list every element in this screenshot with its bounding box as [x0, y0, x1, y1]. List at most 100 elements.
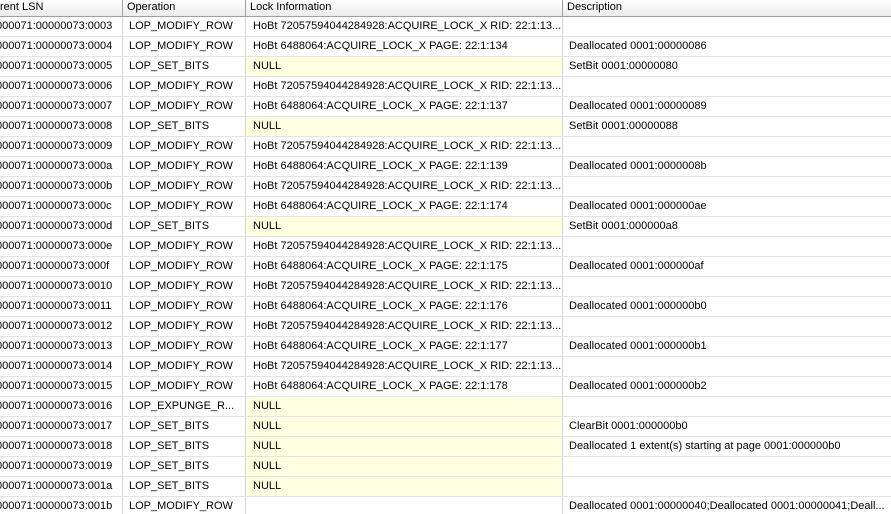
cell-description[interactable] — [563, 177, 891, 196]
cell-current-lsn[interactable]: 000071:00000073:000b — [0, 177, 123, 196]
cell-description[interactable]: Deallocated 0001:000000b0 — [563, 297, 891, 316]
cell-current-lsn[interactable]: 000071:00000073:0010 — [0, 277, 123, 296]
cell-operation[interactable]: LOP_MODIFY_ROW — [123, 97, 246, 116]
cell-operation[interactable]: LOP_MODIFY_ROW — [123, 77, 246, 96]
cell-description[interactable] — [563, 397, 891, 416]
cell-description[interactable] — [563, 77, 891, 96]
cell-current-lsn[interactable]: 000071:00000073:0003 — [0, 17, 123, 36]
cell-operation[interactable]: LOP_SET_BITS — [123, 117, 246, 136]
cell-current-lsn[interactable]: 000071:00000073:0016 — [0, 397, 123, 416]
table-row[interactable]: 000071:00000073:000f LOP_MODIFY_ROW HoBt 6… — [0, 257, 891, 277]
cell-operation[interactable]: LOP_MODIFY_ROW — [123, 197, 246, 216]
cell-lock-information[interactable]: NULL — [246, 457, 563, 476]
cell-description[interactable] — [563, 137, 891, 156]
cell-current-lsn[interactable]: 000071:00000073:0014 — [0, 357, 123, 376]
cell-current-lsn[interactable]: 000071:00000073:0007 — [0, 97, 123, 116]
cell-lock-information[interactable]: HoBt 6488064:ACQUIRE_LOCK_X PAGE: 22:1:1… — [246, 257, 563, 276]
cell-current-lsn[interactable]: 000071:00000073:0019 — [0, 457, 123, 476]
cell-lock-information[interactable]: HoBt 72057594044284928:ACQUIRE_LOCK_X RI… — [246, 177, 563, 196]
cell-current-lsn[interactable]: 000071:00000073:000a — [0, 157, 123, 176]
table-row[interactable]: 000071:00000073:0011 LOP_MODIFY_ROW HoBt 6… — [0, 297, 891, 317]
cell-current-lsn[interactable]: 000071:00000073:0009 — [0, 137, 123, 156]
cell-operation[interactable]: LOP_SET_BITS — [123, 417, 246, 436]
cell-operation[interactable]: LOP_MODIFY_ROW — [123, 37, 246, 56]
cell-current-lsn[interactable]: 000071:00000073:0018 — [0, 437, 123, 456]
cell-operation[interactable]: LOP_MODIFY_ROW — [123, 497, 246, 514]
cell-description[interactable]: Deallocated 0001:00000040;Deallocated 00… — [563, 497, 891, 514]
cell-current-lsn[interactable]: 000071:00000073:0004 — [0, 37, 123, 56]
cell-lock-information[interactable]: HoBt 6488064:ACQUIRE_LOCK_X PAGE: 22:1:1… — [246, 377, 563, 396]
cell-operation[interactable]: LOP_MODIFY_ROW — [123, 317, 246, 336]
column-header-lock-information[interactable]: Lock Information — [246, 0, 563, 16]
cell-operation[interactable]: LOP_MODIFY_ROW — [123, 17, 246, 36]
cell-lock-information[interactable]: HoBt 72057594044284928:ACQUIRE_LOCK_X RI… — [246, 17, 563, 36]
cell-lock-information[interactable]: HoBt 72057594044284928:ACQUIRE_LOCK_X RI… — [246, 357, 563, 376]
cell-lock-information[interactable]: HoBt 6488064:ACQUIRE_LOCK_X PAGE: 22:1:1… — [246, 297, 563, 316]
cell-description[interactable]: ClearBit 0001:000000b0 — [563, 417, 891, 436]
cell-operation[interactable]: LOP_MODIFY_ROW — [123, 357, 246, 376]
column-header-current-lsn[interactable]: rent LSN — [0, 0, 123, 16]
cell-lock-information[interactable]: NULL — [246, 217, 563, 236]
cell-operation[interactable]: LOP_MODIFY_ROW — [123, 177, 246, 196]
cell-current-lsn[interactable]: 000071:00000073:0006 — [0, 77, 123, 96]
cell-lock-information[interactable]: HoBt 72057594044284928:ACQUIRE_LOCK_X RI… — [246, 237, 563, 256]
cell-current-lsn[interactable]: 000071:00000073:000c — [0, 197, 123, 216]
cell-operation[interactable]: LOP_SET_BITS — [123, 217, 246, 236]
table-row[interactable]: 000071:00000073:0012 LOP_MODIFY_ROW HoBt 7… — [0, 317, 891, 337]
cell-lock-information[interactable] — [246, 497, 563, 514]
table-row[interactable]: 000071:00000073:0006 LOP_MODIFY_ROW HoBt 7… — [0, 77, 891, 97]
table-row[interactable]: 000071:00000073:000b LOP_MODIFY_ROW HoBt 7… — [0, 177, 891, 197]
cell-operation[interactable]: LOP_MODIFY_ROW — [123, 237, 246, 256]
table-row[interactable]: 000071:00000073:0016 LOP_EXPUNGE_R... NULL — [0, 397, 891, 417]
cell-description[interactable]: Deallocated 0001:000000ae — [563, 197, 891, 216]
table-row[interactable]: 000071:00000073:000d LOP_SET_BITS NULL SetB… — [0, 217, 891, 237]
cell-current-lsn[interactable]: 000071:00000073:0015 — [0, 377, 123, 396]
cell-description[interactable]: SetBit 0001:00000080 — [563, 57, 891, 76]
column-header-description[interactable]: Description — [563, 0, 891, 16]
cell-operation[interactable]: LOP_MODIFY_ROW — [123, 157, 246, 176]
table-row[interactable]: 000071:00000073:0009 LOP_MODIFY_ROW HoBt 7… — [0, 137, 891, 157]
cell-lock-information[interactable]: HoBt 6488064:ACQUIRE_LOCK_X PAGE: 22:1:1… — [246, 337, 563, 356]
cell-lock-information[interactable]: HoBt 6488064:ACQUIRE_LOCK_X PAGE: 22:1:1… — [246, 157, 563, 176]
table-row[interactable]: 000071:00000073:0007 LOP_MODIFY_ROW HoBt 6… — [0, 97, 891, 117]
cell-current-lsn[interactable]: 000071:00000073:000f — [0, 257, 123, 276]
cell-current-lsn[interactable]: 000071:00000073:001b — [0, 497, 123, 514]
table-row[interactable]: 000071:00000073:0013 LOP_MODIFY_ROW HoBt 6… — [0, 337, 891, 357]
table-row[interactable]: 000071:00000073:0004 LOP_MODIFY_ROW HoBt 6… — [0, 37, 891, 57]
table-row[interactable]: 000071:00000073:0014 LOP_MODIFY_ROW HoBt 7… — [0, 357, 891, 377]
table-row[interactable]: 000071:00000073:0015 LOP_MODIFY_ROW HoBt 6… — [0, 377, 891, 397]
cell-operation[interactable]: LOP_MODIFY_ROW — [123, 137, 246, 156]
cell-description[interactable] — [563, 357, 891, 376]
cell-operation[interactable]: LOP_MODIFY_ROW — [123, 377, 246, 396]
cell-current-lsn[interactable]: 000071:00000073:000e — [0, 237, 123, 256]
cell-lock-information[interactable]: NULL — [246, 477, 563, 496]
table-row[interactable]: 000071:00000073:0005 LOP_SET_BITS NULL SetB… — [0, 57, 891, 77]
cell-operation[interactable]: LOP_MODIFY_ROW — [123, 337, 246, 356]
cell-operation[interactable]: LOP_SET_BITS — [123, 477, 246, 496]
cell-operation[interactable]: LOP_EXPUNGE_R... — [123, 397, 246, 416]
table-row[interactable]: 000071:00000073:001b LOP_MODIFY_ROW Deallo… — [0, 497, 891, 514]
cell-lock-information[interactable]: NULL — [246, 117, 563, 136]
table-row[interactable]: 000071:00000073:000c LOP_MODIFY_ROW HoBt 6… — [0, 197, 891, 217]
cell-description[interactable]: Deallocated 0001:00000086 — [563, 37, 891, 56]
cell-lock-information[interactable]: HoBt 6488064:ACQUIRE_LOCK_X PAGE: 22:1:1… — [246, 37, 563, 56]
cell-current-lsn[interactable]: 000071:00000073:0012 — [0, 317, 123, 336]
cell-description[interactable] — [563, 457, 891, 476]
cell-description[interactable]: SetBit 0001:000000a8 — [563, 217, 891, 236]
cell-operation[interactable]: LOP_MODIFY_ROW — [123, 277, 246, 296]
cell-lock-information[interactable]: NULL — [246, 397, 563, 416]
cell-description[interactable]: Deallocated 0001:000000b2 — [563, 377, 891, 396]
table-row[interactable]: 000071:00000073:0017 LOP_SET_BITS NULL Clea… — [0, 417, 891, 437]
cell-lock-information[interactable]: HoBt 72057594044284928:ACQUIRE_LOCK_X RI… — [246, 317, 563, 336]
table-row[interactable]: 000071:00000073:0018 LOP_SET_BITS NULL Deal… — [0, 437, 891, 457]
table-row[interactable]: 000071:00000073:000a LOP_MODIFY_ROW HoBt 6… — [0, 157, 891, 177]
column-header-operation[interactable]: Operation — [123, 0, 246, 16]
table-row[interactable]: 000071:00000073:0010 LOP_MODIFY_ROW HoBt 7… — [0, 277, 891, 297]
cell-description[interactable]: Deallocated 0001:000000b1 — [563, 337, 891, 356]
cell-description[interactable]: SetBit 0001:00000088 — [563, 117, 891, 136]
cell-description[interactable] — [563, 317, 891, 336]
cell-current-lsn[interactable]: 000071:00000073:000d — [0, 217, 123, 236]
cell-operation[interactable]: LOP_SET_BITS — [123, 437, 246, 456]
cell-lock-information[interactable]: NULL — [246, 417, 563, 436]
cell-current-lsn[interactable]: 000071:00000073:0013 — [0, 337, 123, 356]
